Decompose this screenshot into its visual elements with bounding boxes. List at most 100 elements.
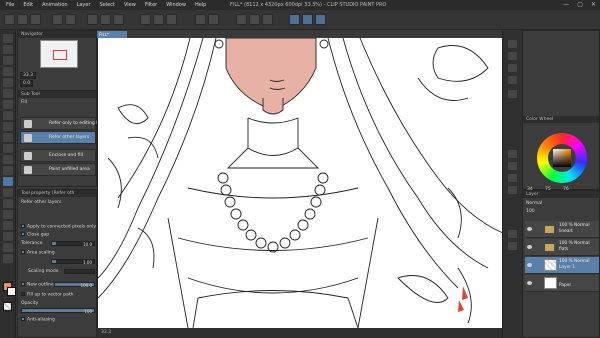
crop-icon[interactable] — [208, 14, 219, 25]
menu-window[interactable]: Window — [166, 2, 186, 8]
menu-view[interactable]: View — [124, 2, 136, 8]
redo-icon[interactable] — [65, 14, 76, 25]
eye-icon[interactable] — [527, 281, 532, 285]
subtool-refer-editing-layer[interactable]: Refer only to editing layer — [20, 117, 108, 130]
panel-toggle-icon[interactable] — [508, 150, 517, 158]
auto-select-tool-icon[interactable] — [3, 89, 13, 98]
menu-filter[interactable]: Filter — [145, 2, 157, 8]
fill-tool-icon[interactable] — [3, 177, 13, 186]
tolerance-slider[interactable]: 10.0 — [51, 241, 95, 247]
eraser-tool-icon[interactable] — [3, 155, 13, 164]
menu-layer[interactable]: Layer — [77, 2, 91, 8]
minimize-button[interactable]: — — [563, 1, 569, 8]
deselect-icon[interactable] — [140, 14, 151, 25]
snap-grid-icon[interactable] — [262, 14, 273, 25]
save-icon[interactable] — [30, 14, 41, 25]
fill-icon[interactable] — [100, 14, 111, 25]
blend-mode-select[interactable]: Normal — [526, 201, 542, 206]
move-layer-tool-icon[interactable] — [3, 67, 13, 76]
hue-ring[interactable] — [537, 133, 587, 183]
area-scaling-checkbox[interactable]: Area scaling — [21, 250, 55, 256]
menu-help[interactable]: Help — [195, 2, 206, 8]
snap-special-ruler-icon[interactable] — [249, 14, 260, 25]
snap-ruler-icon[interactable] — [236, 14, 247, 25]
panel-toggle-icon[interactable] — [508, 174, 517, 182]
sub-color-swatch[interactable] — [7, 287, 16, 296]
snap-curve-icon[interactable] — [315, 14, 326, 25]
layer-opacity-value[interactable]: 100 — [526, 209, 535, 214]
panel-toggle-icon[interactable] — [508, 162, 517, 170]
close-gap-checkbox[interactable]: Close gap — [21, 232, 49, 238]
eye-icon[interactable] — [527, 263, 532, 267]
navigator-zoom-input[interactable]: 33.3 — [20, 72, 37, 79]
navigator-viewport-frame[interactable] — [53, 50, 67, 60]
open-file-icon[interactable] — [17, 14, 28, 25]
saturation-value-square[interactable] — [553, 149, 571, 167]
correct-line-tool-icon[interactable] — [3, 254, 13, 263]
panel-toggle-icon[interactable] — [508, 76, 517, 84]
new-outline-checkbox[interactable]: New outline — [21, 282, 54, 288]
antialiasing-checkbox[interactable]: Anti-aliasing — [21, 317, 55, 323]
menu-edit[interactable]: Edit — [23, 2, 33, 8]
blend-tool-icon[interactable] — [3, 166, 13, 175]
eyedropper-tool-icon[interactable] — [3, 100, 13, 109]
subtool-group-tab[interactable]: Fill — [21, 100, 27, 105]
clear-icon[interactable] — [87, 14, 98, 25]
select-all-icon[interactable] — [166, 14, 177, 25]
operation-tool-icon[interactable] — [3, 56, 13, 65]
new-file-icon[interactable] — [4, 14, 15, 25]
move-tool-icon[interactable] — [3, 45, 13, 54]
text-tool-icon[interactable] — [3, 232, 13, 241]
pen-tool-icon[interactable] — [3, 111, 13, 120]
layer-row-lineart[interactable]: 100 % Normal lineart — [525, 221, 599, 238]
canvas-area[interactable] — [97, 38, 502, 328]
snap-line-icon[interactable] — [302, 14, 313, 25]
transparent-color-swatch[interactable] — [3, 302, 12, 311]
fill-vector-path-checkbox[interactable]: Fill up to vector path — [21, 292, 73, 298]
ruler-tool-icon[interactable] — [3, 221, 13, 230]
menu-animation[interactable]: Animation — [42, 2, 68, 8]
panel-toggle-icon[interactable] — [508, 52, 517, 60]
eye-icon[interactable] — [527, 227, 532, 231]
menu-file[interactable]: File — [6, 2, 14, 8]
apply-connected-checkbox[interactable]: Apply to connected pixels only — [21, 224, 96, 230]
balloon-tool-icon[interactable] — [3, 243, 13, 252]
opacity-slider[interactable]: 100 — [21, 308, 95, 314]
scaling-mode-select[interactable] — [64, 269, 95, 274]
zoom-tool-icon[interactable] — [3, 34, 13, 43]
layer-row-layer-1[interactable]: 100 % Normal Layer 1 — [525, 257, 599, 274]
airbrush-tool-icon[interactable] — [3, 144, 13, 153]
invert-selection-icon[interactable] — [153, 14, 164, 25]
layer-row-flats[interactable]: 100 % Normal flats — [525, 239, 599, 256]
panel-toggle-icon[interactable] — [508, 40, 517, 48]
figure-tool-icon[interactable] — [3, 199, 13, 208]
undo-icon[interactable] — [52, 14, 63, 25]
subtool-refer-other-layers[interactable]: Refer other layers — [20, 131, 96, 144]
subtool-paint-unfilled-area[interactable]: Paint unfilled area — [20, 163, 96, 176]
panel-toggle-icon[interactable] — [508, 242, 517, 250]
frame-tool-icon[interactable] — [3, 210, 13, 219]
panel-toggle-icon[interactable] — [508, 230, 517, 238]
transform-icon[interactable] — [113, 14, 124, 25]
navigator-rotation-input[interactable]: 0.0 — [20, 80, 34, 87]
selection-tool-icon[interactable] — [3, 78, 13, 87]
hide-selection-icon[interactable] — [195, 14, 206, 25]
status-zoom[interactable]: 33.3 — [101, 330, 111, 335]
maximize-button[interactable]: ▢ — [577, 1, 583, 8]
pencil-tool-icon[interactable] — [3, 122, 13, 131]
menu-select[interactable]: Select — [100, 2, 115, 8]
panel-toggle-icon[interactable] — [508, 64, 517, 72]
brush-tool-icon[interactable] — [3, 133, 13, 142]
canvas-tab[interactable]: FILL* — [97, 31, 127, 38]
subtool-enclose-and-fill[interactable]: Enclose and fill — [20, 149, 96, 162]
navigator-thumbnail[interactable] — [40, 40, 78, 68]
snap-vector-icon[interactable] — [289, 14, 300, 25]
gradient-tool-icon[interactable] — [3, 188, 13, 197]
area-scaling-slider[interactable]: 1.00 — [51, 259, 95, 265]
close-button[interactable]: ✕ — [591, 1, 596, 8]
eye-icon[interactable] — [527, 245, 532, 249]
layer-row-paper[interactable]: Paper — [525, 275, 599, 292]
new-outline-slider[interactable]: 100.0 — [54, 282, 95, 288]
panel-toggle-icon[interactable] — [508, 90, 517, 98]
panel-toggle-icon[interactable] — [508, 186, 517, 194]
